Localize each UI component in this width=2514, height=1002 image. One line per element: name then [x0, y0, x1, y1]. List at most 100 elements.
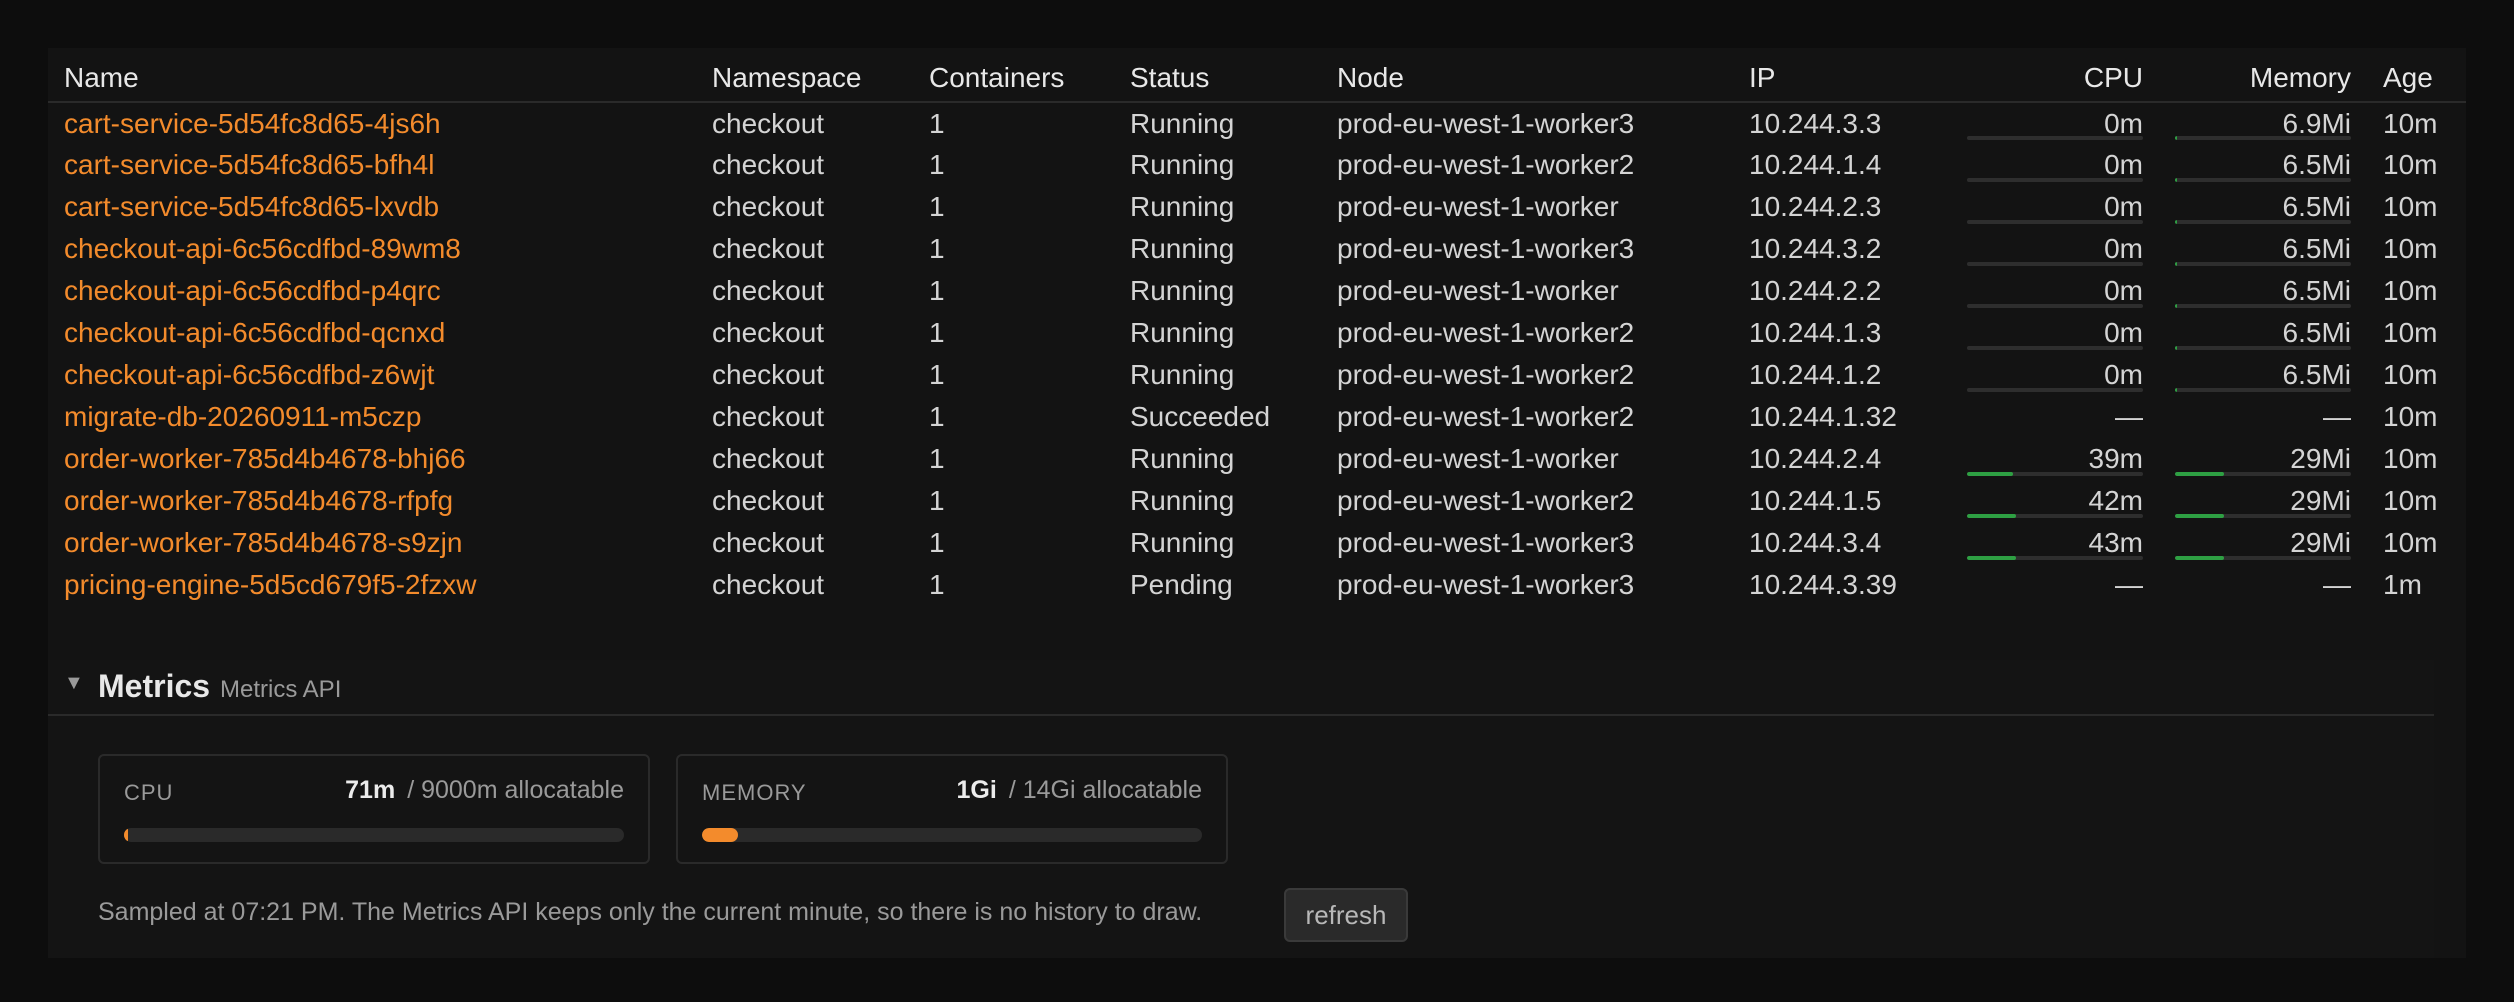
pod-status: Running	[1130, 317, 1235, 348]
pod-namespace: checkout	[712, 401, 825, 432]
pod-node: prod-eu-west-1-worker2	[1337, 401, 1635, 432]
pod-cpu-bar	[1967, 472, 2143, 476]
table-row[interactable]: checkout-api-6c56cdfbd-p4qrc checkout 1 Run…	[48, 270, 2466, 312]
pod-ip: 10.244.1.32	[1749, 401, 1897, 432]
pod-name-link[interactable]: pricing-engine-5d5cd679f5-2fzxw	[48, 564, 696, 606]
pod-cpu-cell: 43m	[1951, 522, 2159, 564]
memory-card: MEMORY 1Gi / 14Gi allocatable	[676, 754, 1228, 864]
pod-containers: 1	[929, 317, 945, 348]
table-row[interactable]: pricing-engine-5d5cd679f5-2fzxw checkout 1…	[48, 564, 2466, 606]
column-header-namespace[interactable]: Namespace	[696, 54, 913, 103]
table-row[interactable]: order-worker-785d4b4678-rfpfg checkout 1 Ru…	[48, 480, 2466, 522]
metrics-subtitle: Metrics API	[220, 676, 342, 703]
column-header-name[interactable]: Name	[48, 54, 696, 103]
table-row[interactable]: order-worker-785d4b4678-s9zjn checkout 1 Ru…	[48, 522, 2466, 564]
pod-ip: 10.244.2.3	[1749, 191, 1882, 222]
pod-cpu-cell: —	[1951, 396, 2159, 438]
pod-name-link[interactable]: order-worker-785d4b4678-rfpfg	[48, 480, 696, 522]
pod-namespace: checkout	[712, 485, 825, 516]
pod-cpu-value: 0m	[2104, 317, 2143, 348]
pod-namespace: checkout	[712, 107, 825, 139]
table-row[interactable]: cart-service-5d54fc8d65-lxvdb checkout 1 Ru…	[48, 186, 2466, 228]
table-row[interactable]: order-worker-785d4b4678-bhj66 checkout 1 Ru…	[48, 438, 2466, 480]
pod-name-link[interactable]: cart-service-5d54fc8d65-lxvdb	[48, 186, 696, 228]
pod-age: 10m	[2383, 275, 2438, 306]
pod-cpu-value: —	[2115, 401, 2143, 432]
pod-cpu-bar	[1967, 556, 2143, 560]
pod-memory-value: 29Mi	[2290, 443, 2351, 474]
pod-ip: 10.244.3.2	[1749, 233, 1882, 264]
memory-card-allocatable: / 14Gi allocatable	[1008, 776, 1202, 804]
pod-memory-bar-fill	[2175, 472, 2225, 476]
pod-cpu-bar-fill	[1967, 514, 2017, 518]
pod-ip: 10.244.1.2	[1749, 359, 1882, 390]
table-row[interactable]: checkout-api-6c56cdfbd-z6wjt checkout 1 Run…	[48, 354, 2466, 396]
pod-memory-bar	[2175, 136, 2351, 140]
pod-name-link[interactable]: checkout-api-6c56cdfbd-p4qrc	[48, 270, 696, 312]
pod-cpu-cell: 0m	[1951, 144, 2159, 186]
pod-name-link[interactable]: cart-service-5d54fc8d65-4js6h	[48, 102, 696, 144]
pod-memory-bar	[2175, 346, 2351, 350]
pod-cpu-bar	[1967, 388, 2143, 392]
table-row[interactable]: migrate-db-20260911-m5czp checkout 1 Succee…	[48, 396, 2466, 438]
cpu-usage-fill	[124, 828, 128, 842]
pod-name-link[interactable]: order-worker-785d4b4678-bhj66	[48, 438, 696, 480]
pod-memory-bar-fill	[2175, 136, 2177, 140]
pod-memory-cell: 29Mi	[2159, 522, 2367, 564]
pod-containers: 1	[929, 359, 945, 390]
column-header-containers[interactable]: Containers	[913, 54, 1114, 103]
memory-card-value: 1Gi	[956, 776, 997, 804]
pod-cpu-value: 0m	[2104, 359, 2143, 390]
pod-memory-value: 6.5Mi	[2282, 359, 2351, 390]
metrics-title: Metrics	[98, 668, 211, 704]
pod-name-link[interactable]: checkout-api-6c56cdfbd-z6wjt	[48, 354, 696, 396]
pod-age: 10m	[2383, 317, 2438, 348]
pod-age: 10m	[2383, 233, 2438, 264]
collapse-caret-icon[interactable]: ▼	[64, 672, 84, 695]
pod-name-link[interactable]: order-worker-785d4b4678-s9zjn	[48, 522, 696, 564]
pod-cpu-bar	[1967, 220, 2143, 224]
pod-node: prod-eu-west-1-worker3	[1337, 527, 1635, 558]
pod-ip: 10.244.1.5	[1749, 485, 1882, 516]
pod-status: Running	[1130, 107, 1235, 139]
column-header-status[interactable]: Status	[1114, 54, 1321, 103]
pod-memory-cell: —	[2159, 396, 2367, 438]
table-row[interactable]: cart-service-5d54fc8d65-4js6h checkout 1 Ru…	[48, 102, 2466, 144]
pod-node: prod-eu-west-1-worker3	[1337, 107, 1635, 139]
pod-name-link[interactable]: migrate-db-20260911-m5czp	[48, 396, 696, 438]
pod-age: 10m	[2383, 359, 2438, 390]
pod-cpu-bar-fill	[1967, 556, 2017, 560]
pod-name-link[interactable]: cart-service-5d54fc8d65-bfh4l	[48, 144, 696, 186]
pod-cpu-cell: —	[1951, 564, 2159, 606]
column-header-memory[interactable]: Memory	[2159, 54, 2367, 103]
pod-status: Running	[1130, 275, 1235, 306]
refresh-button[interactable]: refresh	[1284, 888, 1408, 942]
pod-namespace: checkout	[712, 359, 825, 390]
pod-memory-value: 6.5Mi	[2282, 317, 2351, 348]
cpu-card-usage: 71m / 9000m allocatable	[345, 776, 624, 805]
cpu-card-allocatable: / 9000m allocatable	[407, 776, 624, 804]
pod-name-link[interactable]: checkout-api-6c56cdfbd-qcnxd	[48, 312, 696, 354]
pod-node: prod-eu-west-1-worker	[1337, 275, 1619, 306]
column-header-age[interactable]: Age	[2367, 54, 2466, 103]
pod-namespace: checkout	[712, 233, 825, 264]
pod-name-link[interactable]: checkout-api-6c56cdfbd-89wm8	[48, 228, 696, 270]
column-header-node[interactable]: Node	[1321, 54, 1733, 103]
pod-ip: 10.244.1.3	[1749, 317, 1882, 348]
pod-memory-cell: 6.5Mi	[2159, 228, 2367, 270]
pod-age: 10m	[2383, 443, 2438, 474]
metrics-header[interactable]: ▼ Metrics Metrics API	[48, 660, 2434, 716]
table-row[interactable]: checkout-api-6c56cdfbd-89wm8 checkout 1 Run…	[48, 228, 2466, 270]
pod-memory-value: 29Mi	[2290, 485, 2351, 516]
table-row[interactable]: checkout-api-6c56cdfbd-qcnxd checkout 1 Run…	[48, 312, 2466, 354]
pod-cpu-cell: 0m	[1951, 102, 2159, 144]
pod-node: prod-eu-west-1-worker	[1337, 443, 1619, 474]
column-header-ip[interactable]: IP	[1733, 54, 1951, 103]
pod-node: prod-eu-west-1-worker2	[1337, 485, 1635, 516]
column-header-cpu[interactable]: CPU	[1951, 54, 2159, 103]
pod-memory-bar-fill	[2175, 514, 2225, 518]
table-row[interactable]: cart-service-5d54fc8d65-bfh4l checkout 1 Ru…	[48, 144, 2466, 186]
pod-ip: 10.244.3.39	[1749, 569, 1897, 600]
memory-usage-fill	[702, 828, 738, 842]
pod-namespace: checkout	[712, 569, 825, 600]
